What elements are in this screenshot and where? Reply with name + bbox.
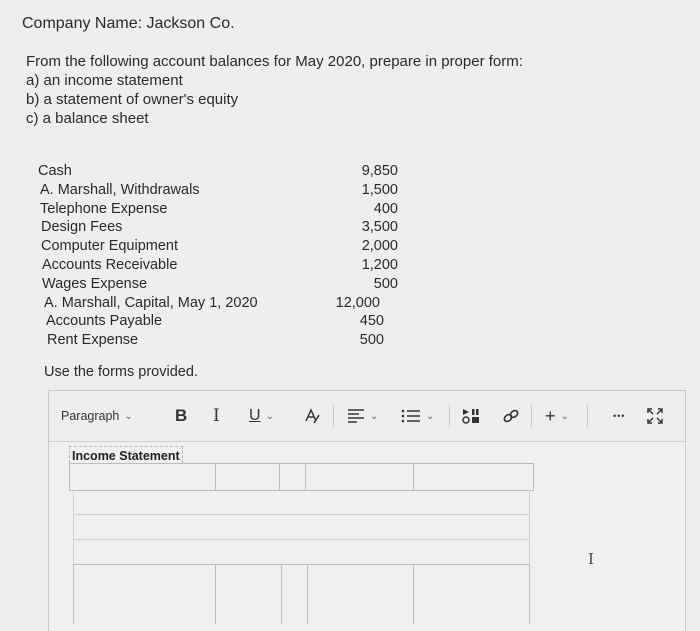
instruction-a: a) an income statement <box>26 72 183 89</box>
table-border <box>73 514 529 515</box>
chevron-down-icon: ⌄ <box>124 410 133 422</box>
list-icon <box>401 408 421 424</box>
more-options-button[interactable]: ••• <box>613 391 625 441</box>
expand-icon <box>647 408 663 424</box>
table-border <box>529 564 530 624</box>
table-border <box>529 490 530 565</box>
table-border <box>533 463 534 491</box>
insert-icon: + <box>545 405 556 426</box>
account-value: 3,500 <box>361 219 398 236</box>
link-icon <box>501 407 521 425</box>
use-forms-note: Use the forms provided. <box>44 364 198 380</box>
table-border <box>69 463 533 464</box>
toolbar-divider <box>587 405 588 427</box>
account-row: Accounts Receivable 1,200 <box>38 256 398 275</box>
table-title: Income Statement <box>69 446 183 463</box>
instruction-b: b) a statement of owner's equity <box>26 91 239 108</box>
account-row: Telephone Expense 400 <box>38 200 398 219</box>
table-border <box>215 564 216 624</box>
account-value: 500 <box>373 275 398 292</box>
account-value: 450 <box>359 313 384 330</box>
table-border <box>281 564 282 624</box>
toolbar-divider <box>333 405 334 427</box>
account-row: Wages Expense 500 <box>38 275 398 294</box>
account-row: Design Fees 3,500 <box>38 218 398 237</box>
table-border <box>69 463 70 491</box>
account-value: 1,500 <box>361 181 398 198</box>
table-border <box>413 463 414 491</box>
table-border <box>305 463 306 491</box>
account-value: 1,200 <box>361 256 398 273</box>
table-border <box>413 564 414 624</box>
chevron-down-icon: ⌄ <box>265 410 274 422</box>
table-border <box>73 564 529 565</box>
account-name: Computer Equipment <box>41 238 179 255</box>
table-border <box>307 564 308 624</box>
toolbar-divider <box>449 405 450 427</box>
underline-button[interactable]: U ⌄ <box>249 391 274 441</box>
account-row: Rent Expense 500 <box>38 331 398 350</box>
chevron-down-icon: ⌄ <box>560 410 569 422</box>
table-border <box>73 564 74 624</box>
table-border <box>73 490 74 565</box>
instruction-c: c) a balance sheet <box>26 110 149 127</box>
account-name: Cash <box>38 163 72 179</box>
rich-text-editor[interactable]: Paragraph ⌄ B I U ⌄ ⌄ ⌄ + ⌄ ••• Income S… <box>48 390 686 631</box>
account-value: 9,850 <box>361 163 398 179</box>
account-value: 12,000 <box>335 294 380 311</box>
account-name: A. Marshall, Withdrawals <box>40 181 200 198</box>
table-border <box>69 490 533 491</box>
account-row: A. Marshall, Capital, May 1, 2020 12,000 <box>38 294 398 313</box>
fullscreen-button[interactable] <box>647 391 663 441</box>
account-value: 2,000 <box>361 238 398 255</box>
italic-button[interactable]: I <box>213 391 220 441</box>
account-name: Telephone Expense <box>40 200 168 217</box>
paragraph-label: Paragraph <box>61 409 120 423</box>
paragraph-format-select[interactable]: Paragraph ⌄ <box>61 391 133 441</box>
list-button[interactable]: ⌄ <box>401 391 434 441</box>
editor-content-area[interactable]: Income Statement <box>49 442 685 631</box>
account-row: Accounts Payable 450 <box>38 312 398 331</box>
text-color-button[interactable] <box>303 391 321 441</box>
account-value: 400 <box>373 200 398 217</box>
underline-label: U <box>249 407 261 424</box>
media-icon <box>461 407 481 425</box>
table-border <box>279 463 280 491</box>
account-name: Rent Expense <box>47 332 139 349</box>
table-border <box>73 539 529 540</box>
account-row: A. Marshall, Withdrawals 1,500 <box>38 181 398 200</box>
table-border <box>215 463 216 491</box>
chevron-down-icon: ⌄ <box>370 410 379 422</box>
account-name: Wages Expense <box>42 275 148 292</box>
text-color-icon <box>303 407 321 425</box>
link-button[interactable] <box>501 391 521 441</box>
more-icon: ••• <box>613 411 626 421</box>
bold-button[interactable]: B <box>175 391 187 441</box>
text-cursor-icon: I <box>588 550 594 568</box>
chevron-down-icon: ⌄ <box>426 410 435 422</box>
account-balances: Cash 9,850 A. Marshall, Withdrawals 1,50… <box>38 162 398 350</box>
account-name: A. Marshall, Capital, May 1, 2020 <box>44 294 258 311</box>
insert-button[interactable]: + ⌄ <box>545 391 569 441</box>
account-name: Accounts Receivable <box>42 256 178 273</box>
account-row: Computer Equipment 2,000 <box>38 237 398 256</box>
account-name: Design Fees <box>41 219 123 236</box>
align-button[interactable]: ⌄ <box>347 391 378 441</box>
toolbar-divider <box>531 405 532 427</box>
media-button[interactable] <box>461 391 481 441</box>
account-row: Cash 9,850 <box>38 162 398 181</box>
align-icon <box>347 408 365 424</box>
company-name: Company Name: Jackson Co. <box>22 15 235 32</box>
instructions-lead: From the following account balances for … <box>26 53 523 70</box>
account-name: Accounts Payable <box>46 313 163 330</box>
instructions: From the following account balances for … <box>26 52 523 128</box>
editor-toolbar: Paragraph ⌄ B I U ⌄ ⌄ ⌄ + ⌄ ••• <box>49 391 685 442</box>
account-value: 500 <box>359 332 384 349</box>
